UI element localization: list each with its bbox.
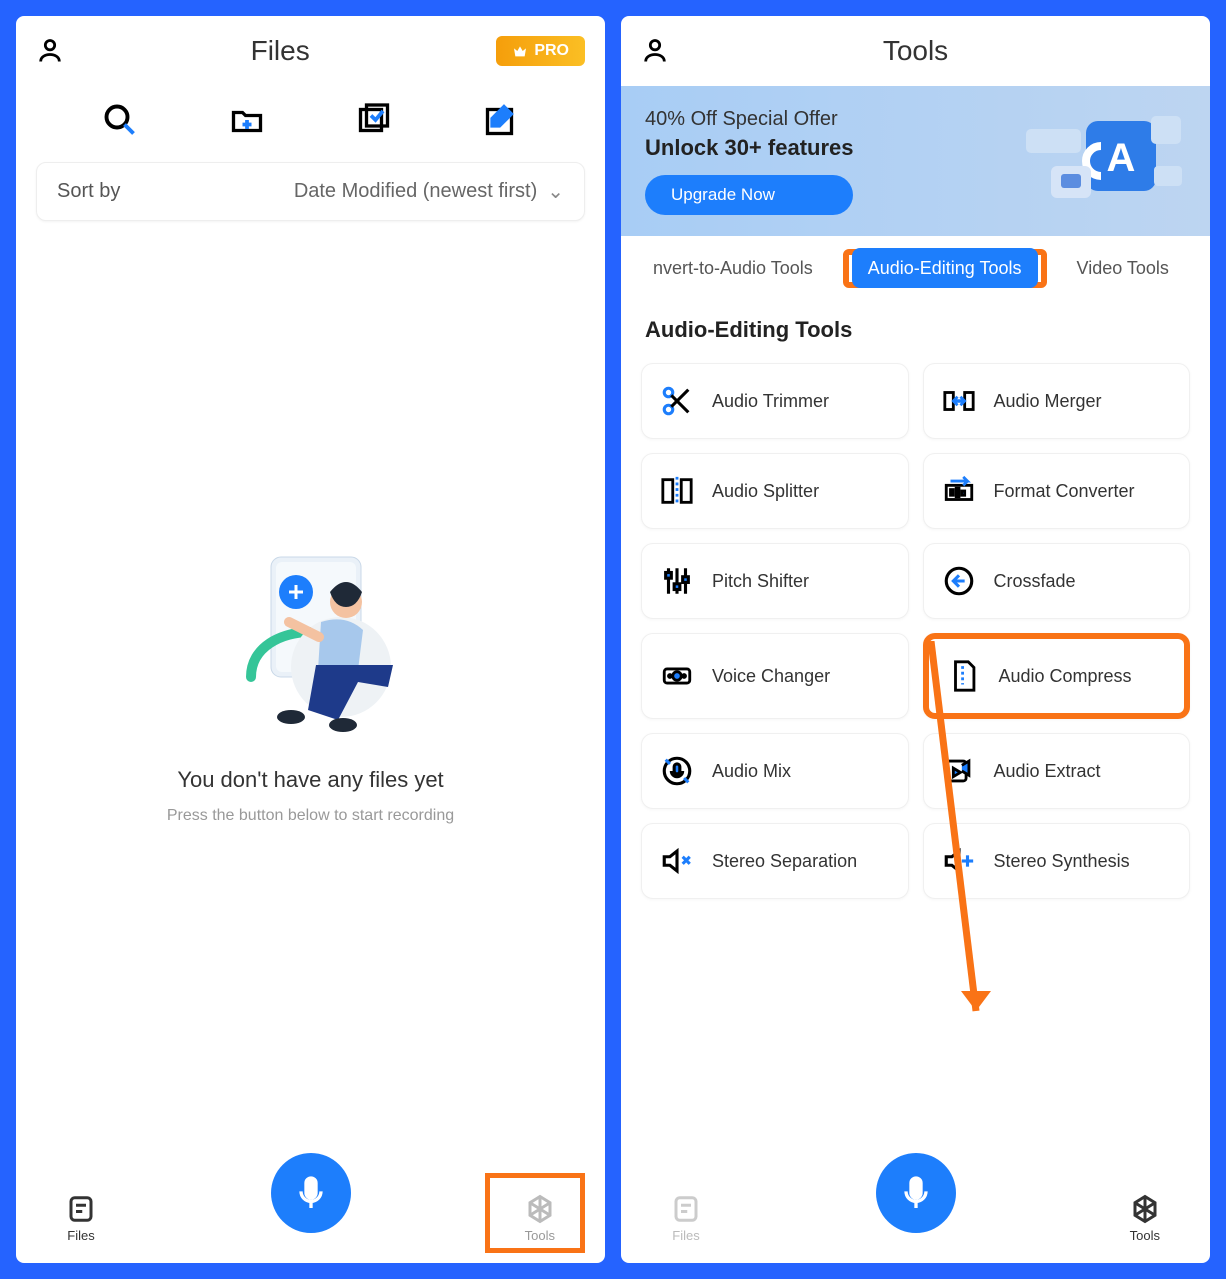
tool-label: Stereo Separation (712, 851, 857, 872)
tab-more[interactable]: T (1199, 248, 1210, 289)
tools-grid: Audio Trimmer Audio Merger Audio Splitte… (621, 351, 1210, 911)
nav-files[interactable]: Files (671, 1194, 701, 1243)
pro-label: PRO (534, 42, 569, 60)
empty-illustration (191, 537, 431, 737)
record-button[interactable] (271, 1153, 351, 1233)
select-icon[interactable] (356, 102, 392, 138)
empty-title: You don't have any files yet (177, 767, 443, 793)
tool-label: Audio Splitter (712, 481, 819, 502)
nav-files[interactable]: Files (66, 1194, 96, 1243)
promo-text: 40% Off Special Offer Unlock 30+ feature… (645, 108, 853, 215)
nav-tools[interactable]: Tools (1130, 1194, 1160, 1243)
tabs: nvert-to-Audio Tools Audio-Editing Tools… (621, 236, 1210, 301)
user-icon[interactable] (641, 37, 669, 65)
user-icon[interactable] (36, 37, 64, 65)
annotation-highlight-tab: Audio-Editing Tools (843, 249, 1047, 288)
speaker-plus-icon (942, 844, 976, 878)
empty-state: You don't have any files yet Press the b… (16, 229, 605, 1133)
tool-audio-mix[interactable]: Audio Mix (641, 733, 909, 809)
tools-area: Audio Trimmer Audio Merger Audio Splitte… (621, 351, 1210, 1133)
tool-label: Voice Changer (712, 666, 830, 687)
scissors-icon (660, 384, 694, 418)
crossfade-icon (942, 564, 976, 598)
files-screen: Files PRO Sort by Date Modified (newest … (16, 16, 605, 1263)
section-title: Audio-Editing Tools (621, 301, 1210, 351)
page-title: Tools (883, 35, 948, 67)
tool-audio-compress[interactable]: Audio Compress (923, 633, 1191, 719)
edit-icon[interactable] (483, 102, 519, 138)
merge-icon (942, 384, 976, 418)
voice-icon (660, 659, 694, 693)
convert-icon (942, 474, 976, 508)
new-folder-icon[interactable] (229, 102, 265, 138)
tools-header: Tools (621, 16, 1210, 86)
tool-stereo-separation[interactable]: Stereo Separation (641, 823, 909, 899)
nav-tools-label: Tools (1130, 1228, 1160, 1243)
tool-label: Audio Merger (994, 391, 1102, 412)
tool-audio-splitter[interactable]: Audio Splitter (641, 453, 909, 529)
tool-label: Pitch Shifter (712, 571, 809, 592)
tool-crossfade[interactable]: Crossfade (923, 543, 1191, 619)
tool-audio-merger[interactable]: Audio Merger (923, 363, 1191, 439)
splitter-icon (660, 474, 694, 508)
tool-label: Audio Mix (712, 761, 791, 782)
tool-label: Audio Compress (999, 666, 1132, 687)
tool-label: Crossfade (994, 571, 1076, 592)
tool-label: Audio Trimmer (712, 391, 829, 412)
sliders-icon (660, 564, 694, 598)
record-button[interactable] (876, 1153, 956, 1233)
tool-pitch-shifter[interactable]: Pitch Shifter (641, 543, 909, 619)
promo-line2: Unlock 30+ features (645, 135, 853, 161)
empty-subtitle: Press the button below to start recordin… (167, 807, 454, 825)
tools-screen: Tools 40% Off Special Offer Unlock 30+ f… (621, 16, 1210, 1263)
tool-label: Format Converter (994, 481, 1135, 502)
tab-video[interactable]: Video Tools (1061, 248, 1185, 289)
nav-files-label: Files (672, 1228, 699, 1243)
chevron-down-icon: ⌄ (547, 179, 564, 204)
promo-line1: 40% Off Special Offer (645, 108, 853, 131)
sort-value-area: Date Modified (newest first) ⌄ (294, 179, 564, 204)
search-icon[interactable] (102, 102, 138, 138)
sort-value: Date Modified (newest first) (294, 180, 537, 203)
tool-voice-changer[interactable]: Voice Changer (641, 633, 909, 719)
sort-label: Sort by (57, 180, 120, 203)
promo-banner[interactable]: 40% Off Special Offer Unlock 30+ feature… (621, 86, 1210, 236)
tool-label: Audio Extract (994, 761, 1101, 782)
mix-icon (660, 754, 694, 788)
svg-text:A: A (1107, 136, 1136, 180)
promo-graphic: A (1006, 111, 1186, 211)
tab-audio-editing[interactable]: Audio-Editing Tools (852, 248, 1038, 288)
speaker-x-icon (660, 844, 694, 878)
compress-icon (947, 659, 981, 693)
toolbar (16, 86, 605, 154)
extract-icon (942, 754, 976, 788)
tab-convert[interactable]: nvert-to-Audio Tools (637, 248, 829, 289)
pro-badge[interactable]: PRO (496, 36, 585, 66)
tool-format-converter[interactable]: Format Converter (923, 453, 1191, 529)
nav-files-label: Files (67, 1228, 94, 1243)
annotation-highlight-tools (485, 1173, 585, 1253)
sort-bar[interactable]: Sort by Date Modified (newest first) ⌄ (36, 162, 585, 221)
bottom-nav: Files Tools (621, 1133, 1210, 1263)
tool-audio-extract[interactable]: Audio Extract (923, 733, 1191, 809)
tool-label: Stereo Synthesis (994, 851, 1130, 872)
files-header: Files PRO (16, 16, 605, 86)
bottom-nav: Files Tools (16, 1133, 605, 1263)
tool-audio-trimmer[interactable]: Audio Trimmer (641, 363, 909, 439)
page-title: Files (251, 35, 310, 67)
upgrade-button[interactable]: Upgrade Now (645, 175, 853, 215)
tool-stereo-synthesis[interactable]: Stereo Synthesis (923, 823, 1191, 899)
